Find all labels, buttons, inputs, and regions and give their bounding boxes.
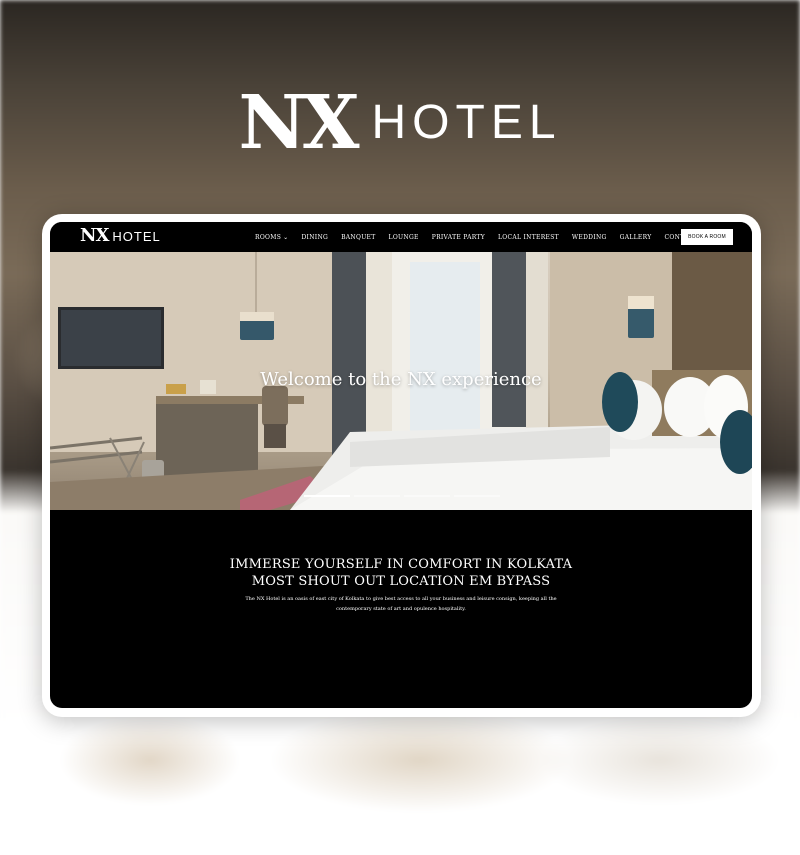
chevron-down-icon: ⌄	[283, 233, 289, 241]
menu-item-label: GALLERY	[619, 233, 652, 241]
menu-item-dining[interactable]: DINING	[301, 234, 328, 241]
nav-logo-wordmark: HOTEL	[112, 228, 161, 244]
slider-indicators	[304, 495, 500, 497]
top-navigation: NX HOTEL ROOMS ⌄ DINING BANQUET LOUNGE P…	[50, 222, 752, 252]
website-screen: NX HOTEL ROOMS ⌄ DINING BANQUET LOUNGE P…	[50, 222, 752, 708]
intro-paragraph: The NX Hotel is an oasis of east city of…	[245, 596, 557, 612]
menu-item-wedding[interactable]: WEDDING	[572, 234, 607, 241]
brand-banner-logo: NX HOTEL	[0, 78, 800, 168]
menu-item-label: BANQUET	[341, 233, 376, 241]
book-a-room-button[interactable]: BOOK A ROOM	[681, 229, 733, 245]
menu-item-rooms[interactable]: ROOMS ⌄	[255, 234, 288, 241]
menu-item-label: ROOMS	[255, 233, 282, 241]
intro-heading-line-1: IMMERSE YOURSELF IN COMFORT IN KOLKATA	[229, 557, 573, 572]
menu-item-lounge[interactable]: LOUNGE	[389, 234, 419, 241]
hero-slider: Welcome to the NX experience	[50, 252, 752, 510]
logo-wordmark: HOTEL	[371, 96, 562, 149]
nav-logo-mark: NX	[80, 225, 109, 246]
menu-item-label: LOCAL INTEREST	[497, 233, 559, 241]
intro-heading: IMMERSE YOURSELF IN COMFORT IN KOLKATA M…	[50, 556, 752, 590]
hero-title: Welcome to the NX experience	[260, 369, 542, 390]
nav-logo[interactable]: NX HOTEL	[80, 226, 161, 246]
intro-heading-line-2: MOST SHOUT OUT LOCATION EM BYPASS	[251, 574, 551, 589]
menu-item-label: PRIVATE PARTY	[431, 233, 485, 241]
menu-item-label: LOUNGE	[388, 233, 419, 241]
menu-item-label: WEDDING	[571, 233, 607, 241]
main-menu: ROOMS ⌄ DINING BANQUET LOUNGE PRIVATE PA…	[255, 222, 698, 252]
logo-mark: NX	[238, 80, 359, 166]
slider-dot-3[interactable]	[404, 495, 450, 497]
menu-item-label: DINING	[301, 233, 329, 241]
menu-item-gallery[interactable]: GALLERY	[620, 234, 652, 241]
menu-item-private-party[interactable]: PRIVATE PARTY	[432, 234, 485, 241]
slider-dot-4[interactable]	[454, 495, 500, 497]
menu-item-local-interest[interactable]: LOCAL INTEREST	[498, 234, 559, 241]
menu-item-banquet[interactable]: BANQUET	[341, 234, 375, 241]
slider-dot-2[interactable]	[354, 495, 400, 497]
slider-dot-1[interactable]	[304, 495, 350, 497]
